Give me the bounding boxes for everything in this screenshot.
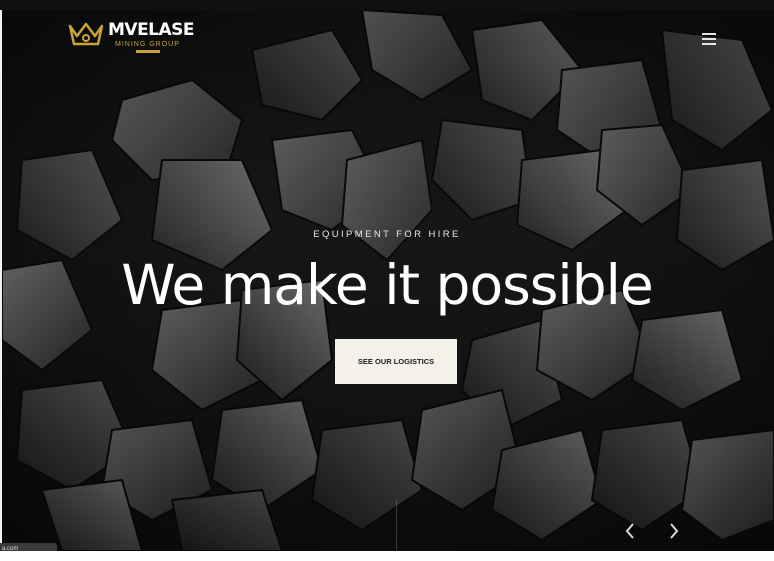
menu-line	[702, 43, 716, 45]
see-logistics-button[interactable]: SEE OUR LOGISTICS	[335, 339, 457, 384]
hero-headline: We make it possible	[121, 253, 653, 317]
hero-eyebrow: EQUIPMENT FOR HIRE	[313, 229, 461, 240]
hamburger-menu-icon[interactable]	[700, 30, 720, 48]
menu-line	[702, 38, 716, 40]
menu-line	[702, 33, 716, 35]
bottom-strip	[0, 551, 774, 561]
brand-underline	[136, 50, 160, 53]
slider-prev-button[interactable]	[618, 519, 642, 543]
brand-name: MVELASE	[108, 20, 195, 40]
chevron-right-icon	[670, 523, 679, 539]
brand-tagline: MINING GROUP	[115, 41, 180, 48]
crown-icon	[68, 22, 104, 46]
top-strip	[0, 0, 774, 10]
page: MVELASE MINING GROUP EQUIPMENT FOR HIRE …	[0, 0, 774, 561]
brand-logo[interactable]: MVELASE MINING GROUP	[68, 14, 198, 54]
chevron-left-icon	[625, 523, 634, 539]
slider-divider	[396, 500, 397, 551]
slider-next-button[interactable]	[662, 519, 686, 543]
